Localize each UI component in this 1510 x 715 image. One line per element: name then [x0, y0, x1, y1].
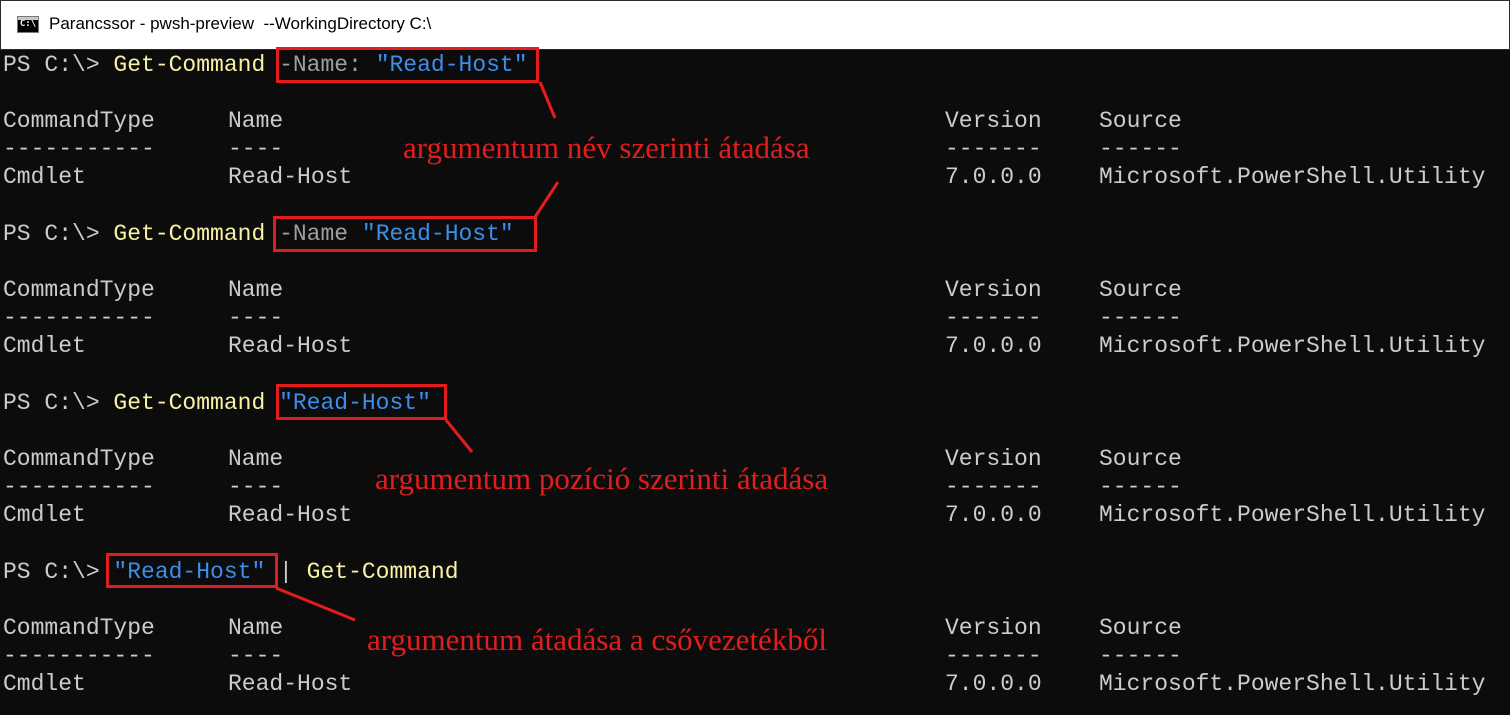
window-title: Parancssor - pwsh-preview --WorkingDirec…: [49, 14, 432, 33]
prompt: PS C:\>: [3, 52, 114, 78]
table-header-source: Source: [1099, 108, 1182, 134]
table-separator-version: -------: [945, 136, 1042, 162]
highlight-positional-arg: [276, 384, 447, 420]
prompt: PS C:\>: [3, 221, 114, 247]
table-row-version: 7.0.0.0: [945, 502, 1042, 528]
table-separator-name: ----: [228, 136, 284, 162]
window-titlebar[interactable]: C:\ Parancssor - pwsh-preview --WorkingD…: [0, 0, 1510, 50]
table-row-name: Read-Host: [228, 333, 353, 359]
table-header-name: Name: [228, 277, 284, 303]
table-separator-commandtype: -----------: [3, 643, 155, 669]
annotation-by-position: argumentum pozíció szerinti átadása: [375, 461, 829, 497]
table-row-version: 7.0.0.0: [945, 333, 1042, 359]
table-header-commandtype: CommandType: [3, 615, 155, 641]
prompt: PS C:\>: [3, 559, 114, 585]
table-header-commandtype: CommandType: [3, 108, 155, 134]
table-row-source: Microsoft.PowerShell.Utility: [1099, 164, 1486, 190]
table-separator-version: -------: [945, 305, 1042, 331]
table-header-name: Name: [228, 108, 284, 134]
table-header-source: Source: [1099, 615, 1182, 641]
table-separator-source: ------: [1099, 305, 1182, 331]
table-row-version: 7.0.0.0: [945, 671, 1042, 697]
annotation-from-pipeline: argumentum átadása a csővezetékből: [367, 622, 827, 658]
table-header-name: Name: [228, 615, 284, 641]
cmdlet-name: Get-Command: [306, 559, 459, 585]
table-header-commandtype: CommandType: [3, 446, 155, 472]
table-separator-version: -------: [945, 643, 1042, 669]
table-header-version: Version: [945, 277, 1042, 303]
table-header-source: Source: [1099, 277, 1182, 303]
table-separator: ----------- ---- ------- ------: [0, 303, 1510, 333]
table-header-version: Version: [945, 108, 1042, 134]
highlight-name-arg: [273, 216, 537, 252]
table-separator-name: ----: [228, 474, 284, 500]
table-header-name: Name: [228, 446, 284, 472]
table-header-commandtype: CommandType: [3, 277, 155, 303]
table-row-source: Microsoft.PowerShell.Utility: [1099, 333, 1486, 359]
cmdlet-name: Get-Command: [113, 52, 266, 78]
table-header: CommandType Name Version Source: [0, 275, 1510, 305]
table-header-version: Version: [945, 615, 1042, 641]
highlight-pipeline-arg: [106, 553, 278, 588]
cmdlet-name: Get-Command: [113, 221, 266, 247]
annotation-by-name: argumentum név szerinti átadása: [403, 130, 810, 166]
table-row-source: Microsoft.PowerShell.Utility: [1099, 671, 1486, 697]
console-icon: C:\: [17, 16, 39, 33]
highlight-name-colon-arg: [276, 47, 539, 83]
table-separator-name: ----: [228, 305, 284, 331]
table-row-commandtype: Cmdlet: [3, 502, 86, 528]
table-separator-source: ------: [1099, 643, 1182, 669]
table-row: Cmdlet Read-Host 7.0.0.0 Microsoft.PowerShe…: [0, 669, 1510, 699]
table-row-name: Read-Host: [228, 164, 353, 190]
table-header-version: Version: [945, 446, 1042, 472]
table-row-source: Microsoft.PowerShell.Utility: [1099, 502, 1486, 528]
table-separator-commandtype: -----------: [3, 136, 155, 162]
table-row-commandtype: Cmdlet: [3, 333, 86, 359]
table-row-name: Read-Host: [228, 502, 353, 528]
table-row: Cmdlet Read-Host 7.0.0.0 Microsoft.PowerShe…: [0, 162, 1510, 192]
table-row-name: Read-Host: [228, 671, 353, 697]
table-separator-source: ------: [1099, 136, 1182, 162]
table-header-source: Source: [1099, 446, 1182, 472]
table-row: Cmdlet Read-Host 7.0.0.0 Microsoft.PowerShe…: [0, 500, 1510, 530]
prompt: PS C:\>: [3, 390, 114, 416]
cmdlet-name: Get-Command: [113, 390, 266, 416]
table-separator-source: ------: [1099, 474, 1182, 500]
table-separator-version: -------: [945, 474, 1042, 500]
table-row: Cmdlet Read-Host 7.0.0.0 Microsoft.PowerShe…: [0, 331, 1510, 361]
table-separator-commandtype: -----------: [3, 474, 155, 500]
table-separator-commandtype: -----------: [3, 305, 155, 331]
table-row-commandtype: Cmdlet: [3, 164, 86, 190]
table-row-commandtype: Cmdlet: [3, 671, 86, 697]
table-separator-name: ----: [228, 643, 284, 669]
table-row-version: 7.0.0.0: [945, 164, 1042, 190]
